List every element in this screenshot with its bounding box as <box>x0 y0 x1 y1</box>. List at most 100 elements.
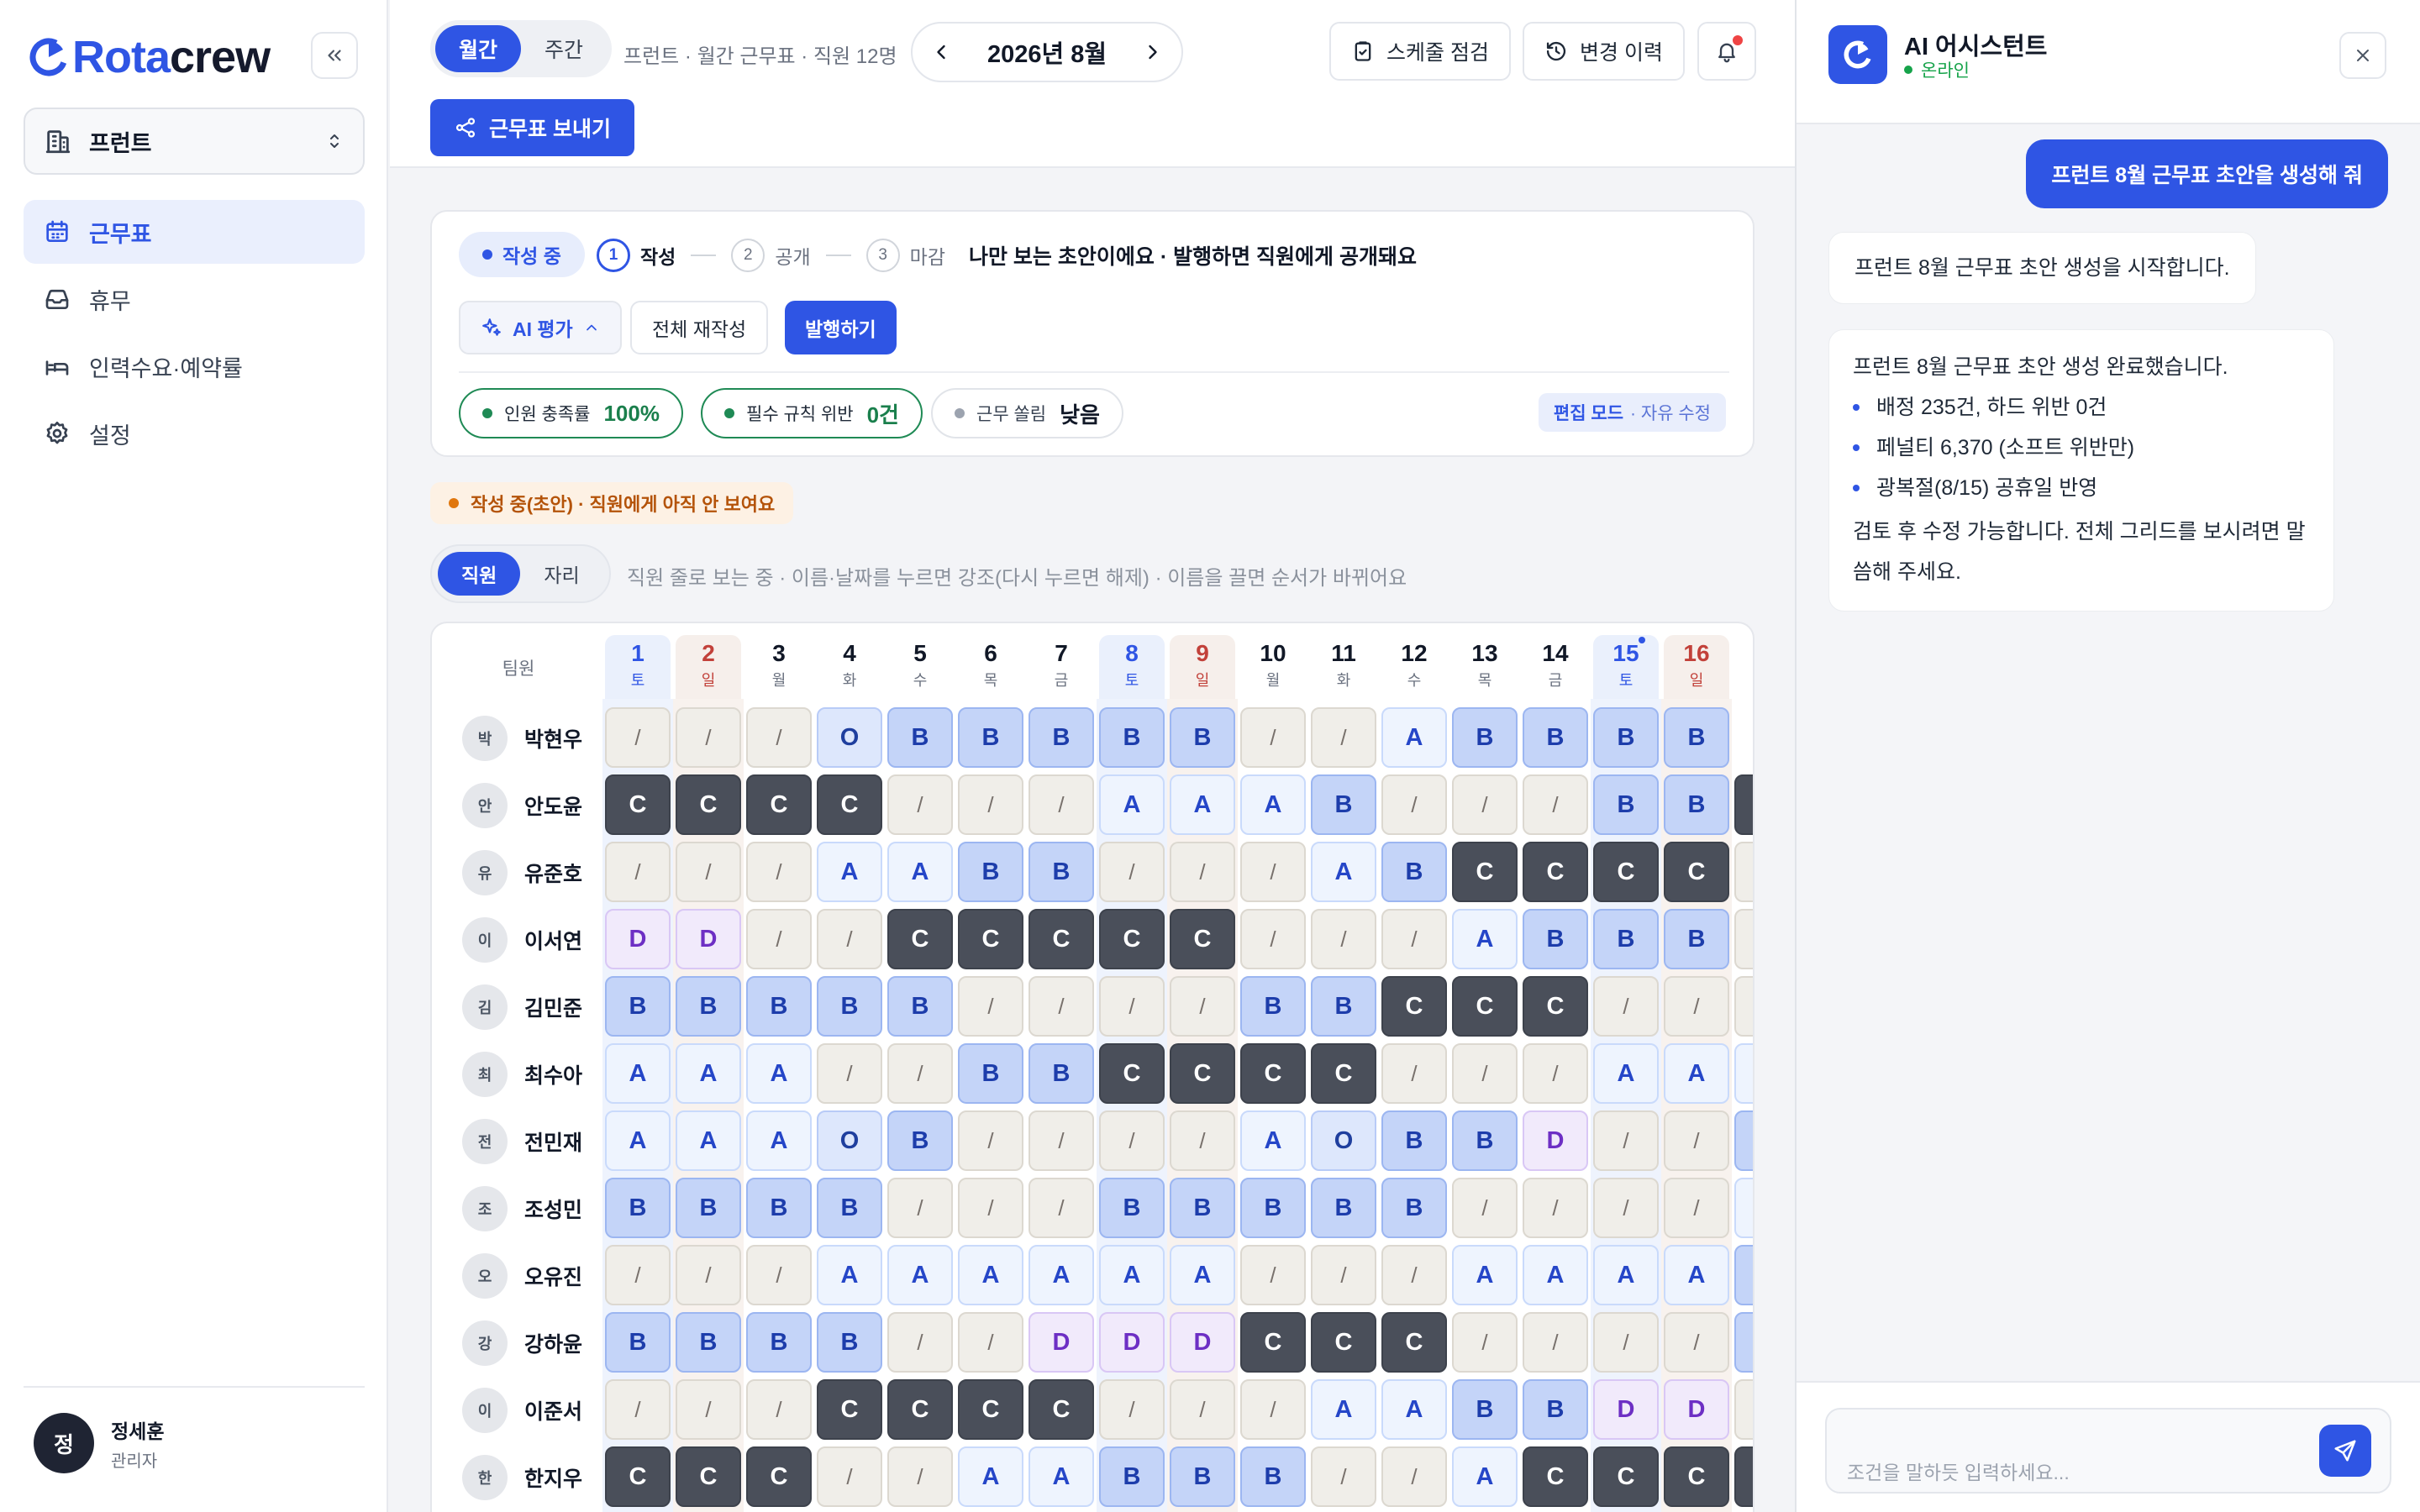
shift-cell-off[interactable]: / <box>958 774 1023 835</box>
shift-cell-off[interactable]: / <box>605 1245 671 1305</box>
shift-cell[interactable]: C <box>1028 1379 1094 1440</box>
day-header-14[interactable]: 14 금 <box>1523 635 1588 699</box>
shift-cell[interactable]: B <box>1523 707 1588 768</box>
shift-cell[interactable]: B <box>1240 1446 1306 1507</box>
shift-cell[interactable]: C <box>1523 1446 1588 1507</box>
shift-cell[interactable]: B <box>1523 1379 1588 1440</box>
shift-cell[interactable]: A <box>1099 774 1165 835</box>
shift-cell[interactable]: C <box>1240 1312 1306 1373</box>
shift-cell-off[interactable]: / <box>1664 1110 1729 1171</box>
shift-cell-off[interactable]: / <box>1240 909 1306 969</box>
shift-cell-off[interactable]: / <box>1170 842 1235 902</box>
day-header-15[interactable]: 15 토 <box>1593 635 1659 699</box>
shift-cell-off[interactable]: / <box>958 976 1023 1037</box>
shift-cell[interactable]: C <box>958 1379 1023 1440</box>
view-by-seat-button[interactable]: 자리 <box>520 552 602 596</box>
day-header-3[interactable]: 3월 <box>746 635 812 699</box>
shift-cell-off[interactable]: / <box>1311 1245 1376 1305</box>
shift-cell[interactable]: A <box>817 842 882 902</box>
shift-cell[interactable]: B <box>605 1178 671 1238</box>
shift-cell-off[interactable]: / <box>817 1446 882 1507</box>
shift-cell[interactable]: B <box>1311 774 1376 835</box>
shift-cell-off[interactable]: / <box>1523 1312 1588 1373</box>
period-weekly-button[interactable]: 주간 <box>521 25 607 72</box>
shift-cell[interactable]: A <box>1523 1245 1588 1305</box>
shift-cell[interactable]: B <box>1664 707 1729 768</box>
shift-cell[interactable]: B <box>958 842 1023 902</box>
shift-cell[interactable]: B <box>1452 1110 1518 1171</box>
shift-cell[interactable]: B <box>676 1178 741 1238</box>
shift-cell[interactable]: B <box>1381 842 1447 902</box>
shift-cell[interactable]: A <box>1240 1110 1306 1171</box>
shift-cell[interactable]: D <box>676 909 741 969</box>
employee-cell[interactable]: 안 안도윤 <box>462 783 582 828</box>
shift-cell[interactable]: A <box>1311 842 1376 902</box>
shift-cell-off[interactable]: / <box>1099 976 1165 1037</box>
chat-input[interactable]: 조건을 말하듯 입력하세요... <box>1825 1408 2391 1494</box>
shift-cell[interactable]: B <box>1099 1446 1165 1507</box>
shift-cell[interactable]: C <box>1170 1043 1235 1104</box>
shift-cell[interactable]: B <box>746 1178 812 1238</box>
sidebar-item-schedule[interactable]: 근무표 <box>24 200 365 264</box>
view-by-employee-button[interactable]: 직원 <box>438 552 521 596</box>
shift-cell[interactable]: C <box>676 1446 741 1507</box>
shift-cell[interactable]: C <box>1028 909 1094 969</box>
shift-cell-off[interactable]: / <box>1734 976 1753 1037</box>
day-header-6[interactable]: 6목 <box>958 635 1023 699</box>
shift-cell[interactable]: C <box>817 1379 882 1440</box>
shift-cell[interactable]: C <box>1593 1446 1659 1507</box>
change-history-button[interactable]: 변경 이력 <box>1523 22 1685 81</box>
day-header-13[interactable]: 13 목 <box>1452 635 1518 699</box>
shift-cell[interactable]: A <box>1734 1043 1753 1104</box>
shift-cell-off[interactable]: / <box>1523 1178 1588 1238</box>
shift-cell[interactable]: B <box>958 707 1023 768</box>
shift-cell[interactable]: A <box>1240 774 1306 835</box>
shift-cell[interactable]: O <box>817 707 882 768</box>
shift-cell[interactable]: C <box>1452 842 1518 902</box>
shift-cell-off[interactable]: / <box>1099 1379 1165 1440</box>
sidebar-item-demand[interactable]: 인력수요·예약률 <box>24 334 365 398</box>
shift-cell[interactable]: C <box>817 774 882 835</box>
shift-cell[interactable]: C <box>958 909 1023 969</box>
shift-cell[interactable]: B <box>1028 1043 1094 1104</box>
shift-cell[interactable]: A <box>1381 1379 1447 1440</box>
shift-cell-off[interactable]: / <box>1170 976 1235 1037</box>
shift-cell[interactable]: C <box>1593 842 1659 902</box>
shift-cell-off[interactable]: / <box>676 707 741 768</box>
shift-cell[interactable]: A <box>1311 1379 1376 1440</box>
shift-cell[interactable]: B <box>887 1110 953 1171</box>
shift-cell-off[interactable]: / <box>1452 1312 1518 1373</box>
shift-cell[interactable]: A <box>1593 1043 1659 1104</box>
shift-cell[interactable]: B <box>1593 909 1659 969</box>
shift-cell[interactable]: D <box>1593 1379 1659 1440</box>
shift-cell[interactable]: B <box>1523 909 1588 969</box>
shift-cell-off[interactable]: / <box>1664 1178 1729 1238</box>
employee-cell[interactable]: 박 박현우 <box>462 716 582 761</box>
shift-cell[interactable]: C <box>1664 1446 1729 1507</box>
chat-send-button[interactable] <box>2319 1425 2371 1477</box>
shift-cell[interactable]: B <box>1099 707 1165 768</box>
shift-cell[interactable]: C <box>1734 774 1753 835</box>
chevron-right-icon[interactable] <box>1141 40 1165 64</box>
close-assistant-button[interactable] <box>2339 32 2386 79</box>
shift-cell-off[interactable]: / <box>887 1312 953 1373</box>
shift-cell-off[interactable]: / <box>1028 976 1094 1037</box>
shift-cell[interactable]: C <box>1311 1043 1376 1104</box>
shift-cell-off[interactable]: / <box>887 1446 953 1507</box>
regenerate-button[interactable]: 전체 재작성 <box>630 301 769 354</box>
shift-cell[interactable]: B <box>958 1043 1023 1104</box>
shift-cell[interactable]: A <box>1452 1446 1518 1507</box>
shift-cell-off[interactable]: / <box>746 842 812 902</box>
shift-cell-off[interactable]: / <box>1099 842 1165 902</box>
shift-cell[interactable]: B <box>1734 1110 1753 1171</box>
shift-cell[interactable]: A <box>958 1245 1023 1305</box>
shift-cell[interactable]: A <box>1381 707 1447 768</box>
shift-cell[interactable]: B <box>1452 1379 1518 1440</box>
shift-cell[interactable]: C <box>1099 909 1165 969</box>
shift-cell-off[interactable]: / <box>887 774 953 835</box>
shift-cell-off[interactable]: / <box>1664 976 1729 1037</box>
user-profile[interactable]: 정 정세훈 관리자 <box>34 1413 164 1473</box>
shift-cell[interactable]: A <box>1028 1245 1094 1305</box>
shift-cell[interactable]: B <box>1381 1178 1447 1238</box>
day-header-12[interactable]: 12 수 <box>1381 635 1447 699</box>
